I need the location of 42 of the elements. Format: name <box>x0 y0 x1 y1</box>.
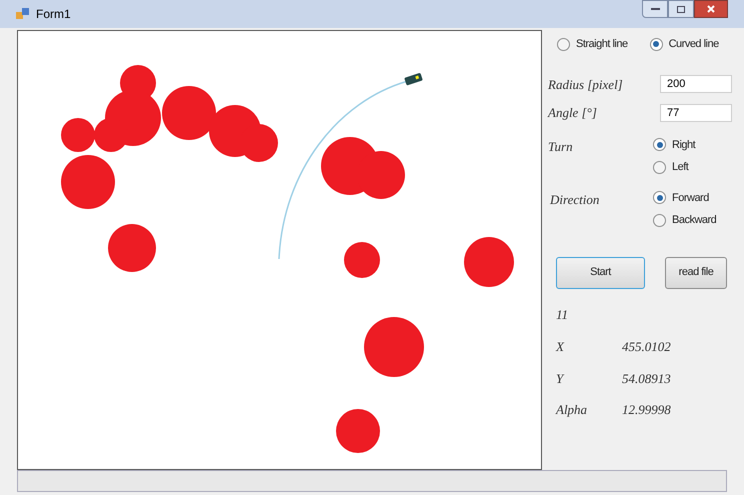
readout-label: Y <box>556 370 566 388</box>
obstacle-circle <box>336 409 380 453</box>
readout-label: Alpha <box>556 401 588 419</box>
close-button[interactable] <box>694 0 728 18</box>
obstacle-circle <box>364 317 424 377</box>
radio-label: Left <box>672 160 688 175</box>
obstacle-circle <box>61 118 95 152</box>
radio-label: Forward <box>672 190 709 206</box>
radio-label: Backward <box>672 213 716 228</box>
start-button[interactable]: Start <box>556 256 645 288</box>
read-file-button[interactable]: read file <box>665 256 727 288</box>
readout-value: 455.0102 <box>622 338 671 356</box>
radio-button[interactable] <box>653 160 666 174</box>
radio-button[interactable] <box>653 138 666 152</box>
radio-label: Curved line <box>668 37 719 52</box>
obstacle-circle <box>464 237 514 287</box>
group-label: Turn <box>548 138 574 156</box>
radio-button[interactable] <box>653 191 666 204</box>
minimize-button[interactable] <box>642 0 668 18</box>
field-label: Radius [pixel] <box>548 76 623 94</box>
readout-label: X <box>556 338 566 356</box>
radio-label: Straight line <box>576 37 628 52</box>
obstacle-circle <box>344 242 380 278</box>
readout-value: 12.99998 <box>622 401 671 419</box>
maximize-button[interactable] <box>668 0 694 18</box>
field-label: Angle [°] <box>548 104 597 122</box>
radio-button[interactable] <box>653 214 666 227</box>
car-icon <box>404 72 423 86</box>
input-field[interactable]: 200 <box>660 75 732 94</box>
obstacle-circle <box>162 86 216 140</box>
obstacle-circle <box>61 155 115 209</box>
group-label: Direction <box>548 190 600 208</box>
readout-value: 54.08913 <box>622 370 671 388</box>
radio-button[interactable] <box>557 38 570 51</box>
close-icon <box>707 5 715 13</box>
radio-label: Right <box>672 138 696 152</box>
app-icon <box>16 8 30 20</box>
radio-button[interactable] <box>650 38 663 51</box>
input-field[interactable]: 77 <box>660 104 732 122</box>
window-title: Form1 <box>36 6 71 23</box>
obstacle-circle <box>108 224 156 272</box>
count-label: 11 <box>556 306 570 324</box>
